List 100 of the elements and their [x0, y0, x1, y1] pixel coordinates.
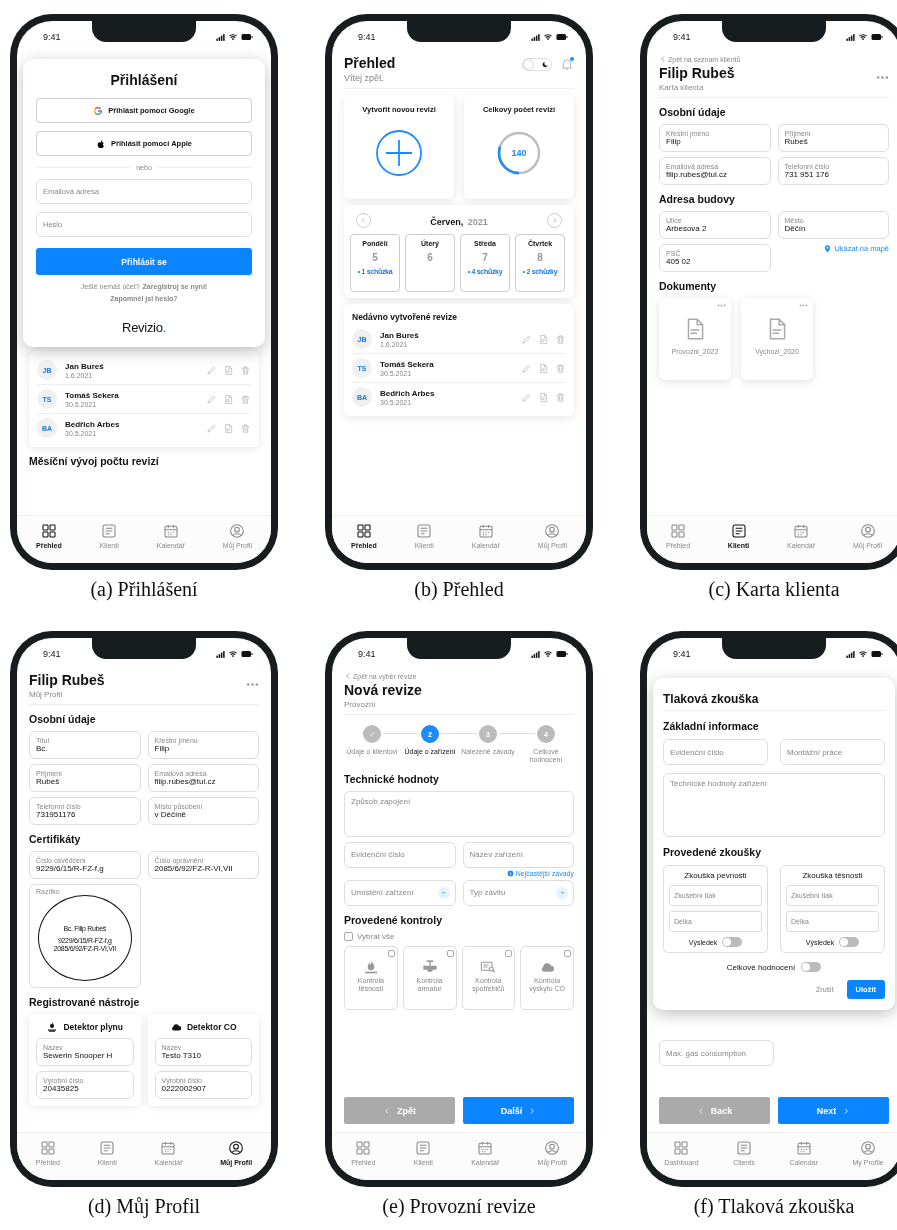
- status-time: 9:41: [673, 649, 691, 659]
- calendar-icon: [477, 1140, 494, 1156]
- user-icon: [228, 1140, 245, 1156]
- dialog-title: Tlaková zkouška: [663, 692, 885, 711]
- toggle-switch[interactable]: [839, 937, 860, 947]
- page-subtitle: Můj Profil: [29, 690, 64, 699]
- document-list-icon: [101, 523, 118, 539]
- text-area[interactable]: Způsob zapojení: [344, 790, 574, 837]
- toggle-switch[interactable]: [801, 962, 822, 972]
- page-subtitle: Karta klienta: [659, 83, 705, 92]
- add-icon[interactable]: [375, 129, 423, 177]
- pencil-icon[interactable]: [521, 391, 532, 403]
- pencil-icon[interactable]: [521, 333, 532, 345]
- text-field[interactable]: Evidenční číslo: [663, 739, 768, 765]
- wifi-icon: [228, 649, 238, 659]
- flame-icon: [46, 1021, 59, 1033]
- text-area[interactable]: Technické hodnoty zařízení: [663, 773, 885, 837]
- chevron-left-icon: [360, 216, 367, 224]
- cloud-icon: [169, 1021, 182, 1033]
- calendar-icon: [795, 1140, 812, 1156]
- toggle-switch[interactable]: [722, 937, 743, 947]
- page-title: Přehled: [344, 55, 396, 71]
- text-field[interactable]: Název zařízení: [462, 841, 574, 868]
- chevron-right-icon: [842, 1106, 851, 1115]
- previous-month-button[interactable]: [356, 212, 371, 228]
- grid-icon: [39, 1140, 56, 1156]
- checkbox[interactable]: [505, 949, 513, 957]
- pencil-icon[interactable]: [206, 422, 217, 434]
- back-button[interactable]: Back: [659, 1097, 770, 1124]
- grid-icon: [669, 523, 686, 539]
- user-icon: [229, 523, 246, 539]
- day-number: 5: [372, 252, 378, 263]
- battery-icon: [241, 31, 253, 43]
- test-title: Zkouška pevnosti: [683, 871, 748, 880]
- checkbox[interactable]: [387, 949, 395, 957]
- chevron-left-icon: [344, 672, 352, 680]
- flame-icon: [362, 958, 379, 975]
- text-field[interactable]: Max. gas consumption: [659, 1040, 774, 1066]
- calendar-icon: [162, 523, 179, 539]
- text-field[interactable]: Montážní práce: [780, 739, 885, 765]
- file-icon[interactable]: [223, 422, 234, 434]
- client-name: Tomáš Sekera: [380, 359, 435, 369]
- test-title: Zkouška těsnosti: [801, 871, 864, 880]
- total-count: 140: [511, 148, 527, 158]
- trash-icon[interactable]: [240, 422, 251, 434]
- file-icon[interactable]: [538, 391, 549, 403]
- next-month-button[interactable]: [547, 212, 562, 228]
- bell-icon[interactable]: [560, 57, 574, 71]
- trash-icon[interactable]: [240, 393, 251, 405]
- file-icon[interactable]: [538, 362, 549, 374]
- section-heading: Základní informace: [663, 720, 760, 732]
- next-button[interactable]: Next: [778, 1097, 889, 1124]
- checkbox[interactable]: [344, 931, 353, 941]
- signal-icon: [846, 649, 855, 659]
- next-button[interactable]: Další: [463, 1097, 574, 1124]
- document-list-icon: [736, 1140, 752, 1156]
- battery-icon: [871, 31, 883, 43]
- grid-icon: [355, 1140, 372, 1156]
- figure-caption: (b) Přehled: [414, 578, 504, 601]
- status-time: 9:41: [358, 32, 376, 42]
- app-logo: Revizio.: [121, 320, 167, 335]
- trash-icon[interactable]: [555, 391, 566, 403]
- chevron-right-icon: [551, 216, 558, 224]
- file-icon[interactable]: [538, 333, 549, 345]
- section-heading: Osobní údaje: [29, 713, 97, 725]
- document-list-icon: [415, 1140, 432, 1156]
- pencil-icon[interactable]: [521, 362, 532, 374]
- pencil-icon[interactable]: [206, 364, 217, 376]
- calendar-icon: [160, 1140, 177, 1156]
- trash-icon[interactable]: [240, 364, 251, 376]
- section-heading: Provedené kontroly: [344, 913, 444, 926]
- calendar-icon: [477, 523, 494, 539]
- pencil-icon[interactable]: [206, 393, 217, 405]
- trash-icon[interactable]: [555, 333, 566, 345]
- day-number: 7: [482, 252, 488, 263]
- grid-icon: [355, 523, 372, 539]
- client-name: Jan Bureš: [380, 330, 420, 340]
- valve-icon: [421, 958, 438, 975]
- info-icon: [506, 869, 514, 877]
- sign-in-button[interactable]: Přihlásit se: [36, 248, 252, 275]
- day-number: 6: [427, 252, 433, 263]
- section-heading: Technické hodnoty: [344, 772, 440, 785]
- checkbox[interactable]: [446, 949, 454, 957]
- battery-icon: [871, 648, 883, 660]
- wifi-icon: [858, 32, 868, 42]
- section-heading: Měsíční vývoj počtu revizí: [29, 455, 160, 467]
- dropdown-field[interactable]: Umístění zařízení: [344, 879, 456, 906]
- file-icon[interactable]: [223, 393, 234, 405]
- file-icon[interactable]: [223, 364, 234, 376]
- page-title: Filip Rubeš: [29, 672, 105, 688]
- text-field[interactable]: Evidenční číslo: [344, 841, 456, 868]
- chevron-left-icon: [383, 1106, 391, 1115]
- trash-icon[interactable]: [555, 362, 566, 374]
- document-list-icon: [416, 523, 433, 539]
- document-list-icon: [99, 1140, 116, 1156]
- user-icon: [859, 523, 876, 539]
- checkbox[interactable]: [564, 949, 571, 957]
- section-heading: Adresa budovy: [659, 193, 736, 205]
- dropdown-field[interactable]: Typ závitu: [462, 879, 574, 906]
- signal-icon: [216, 32, 225, 42]
